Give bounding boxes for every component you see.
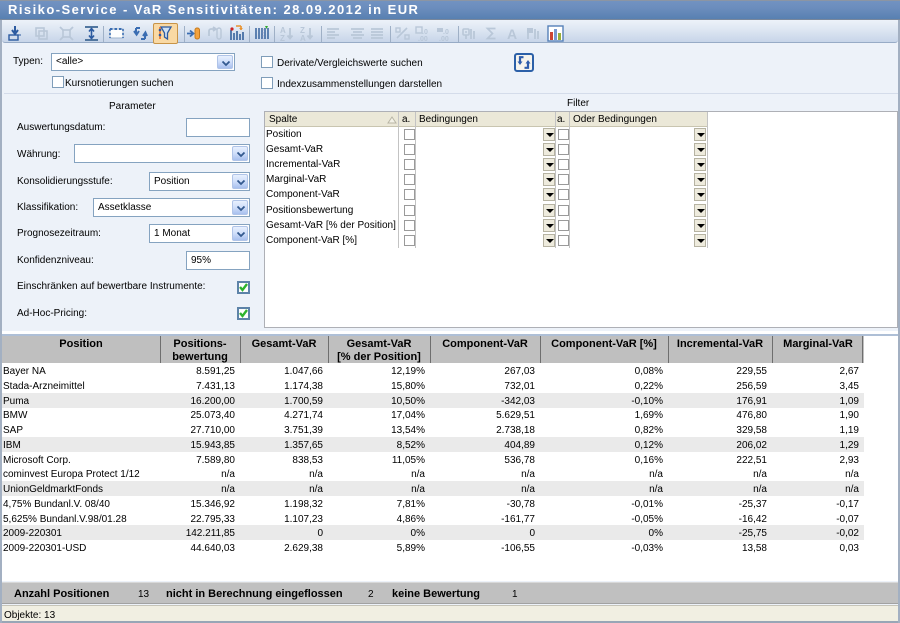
svg-text:A: A xyxy=(507,26,517,42)
svg-text:A: A xyxy=(300,34,306,42)
svg-text:.00: .00 xyxy=(418,36,428,42)
svg-text:.0: .0 xyxy=(422,29,428,36)
svg-text:Z: Z xyxy=(280,34,285,42)
svg-text:.0: .0 xyxy=(443,29,449,36)
svg-text:.00: .00 xyxy=(439,36,449,42)
